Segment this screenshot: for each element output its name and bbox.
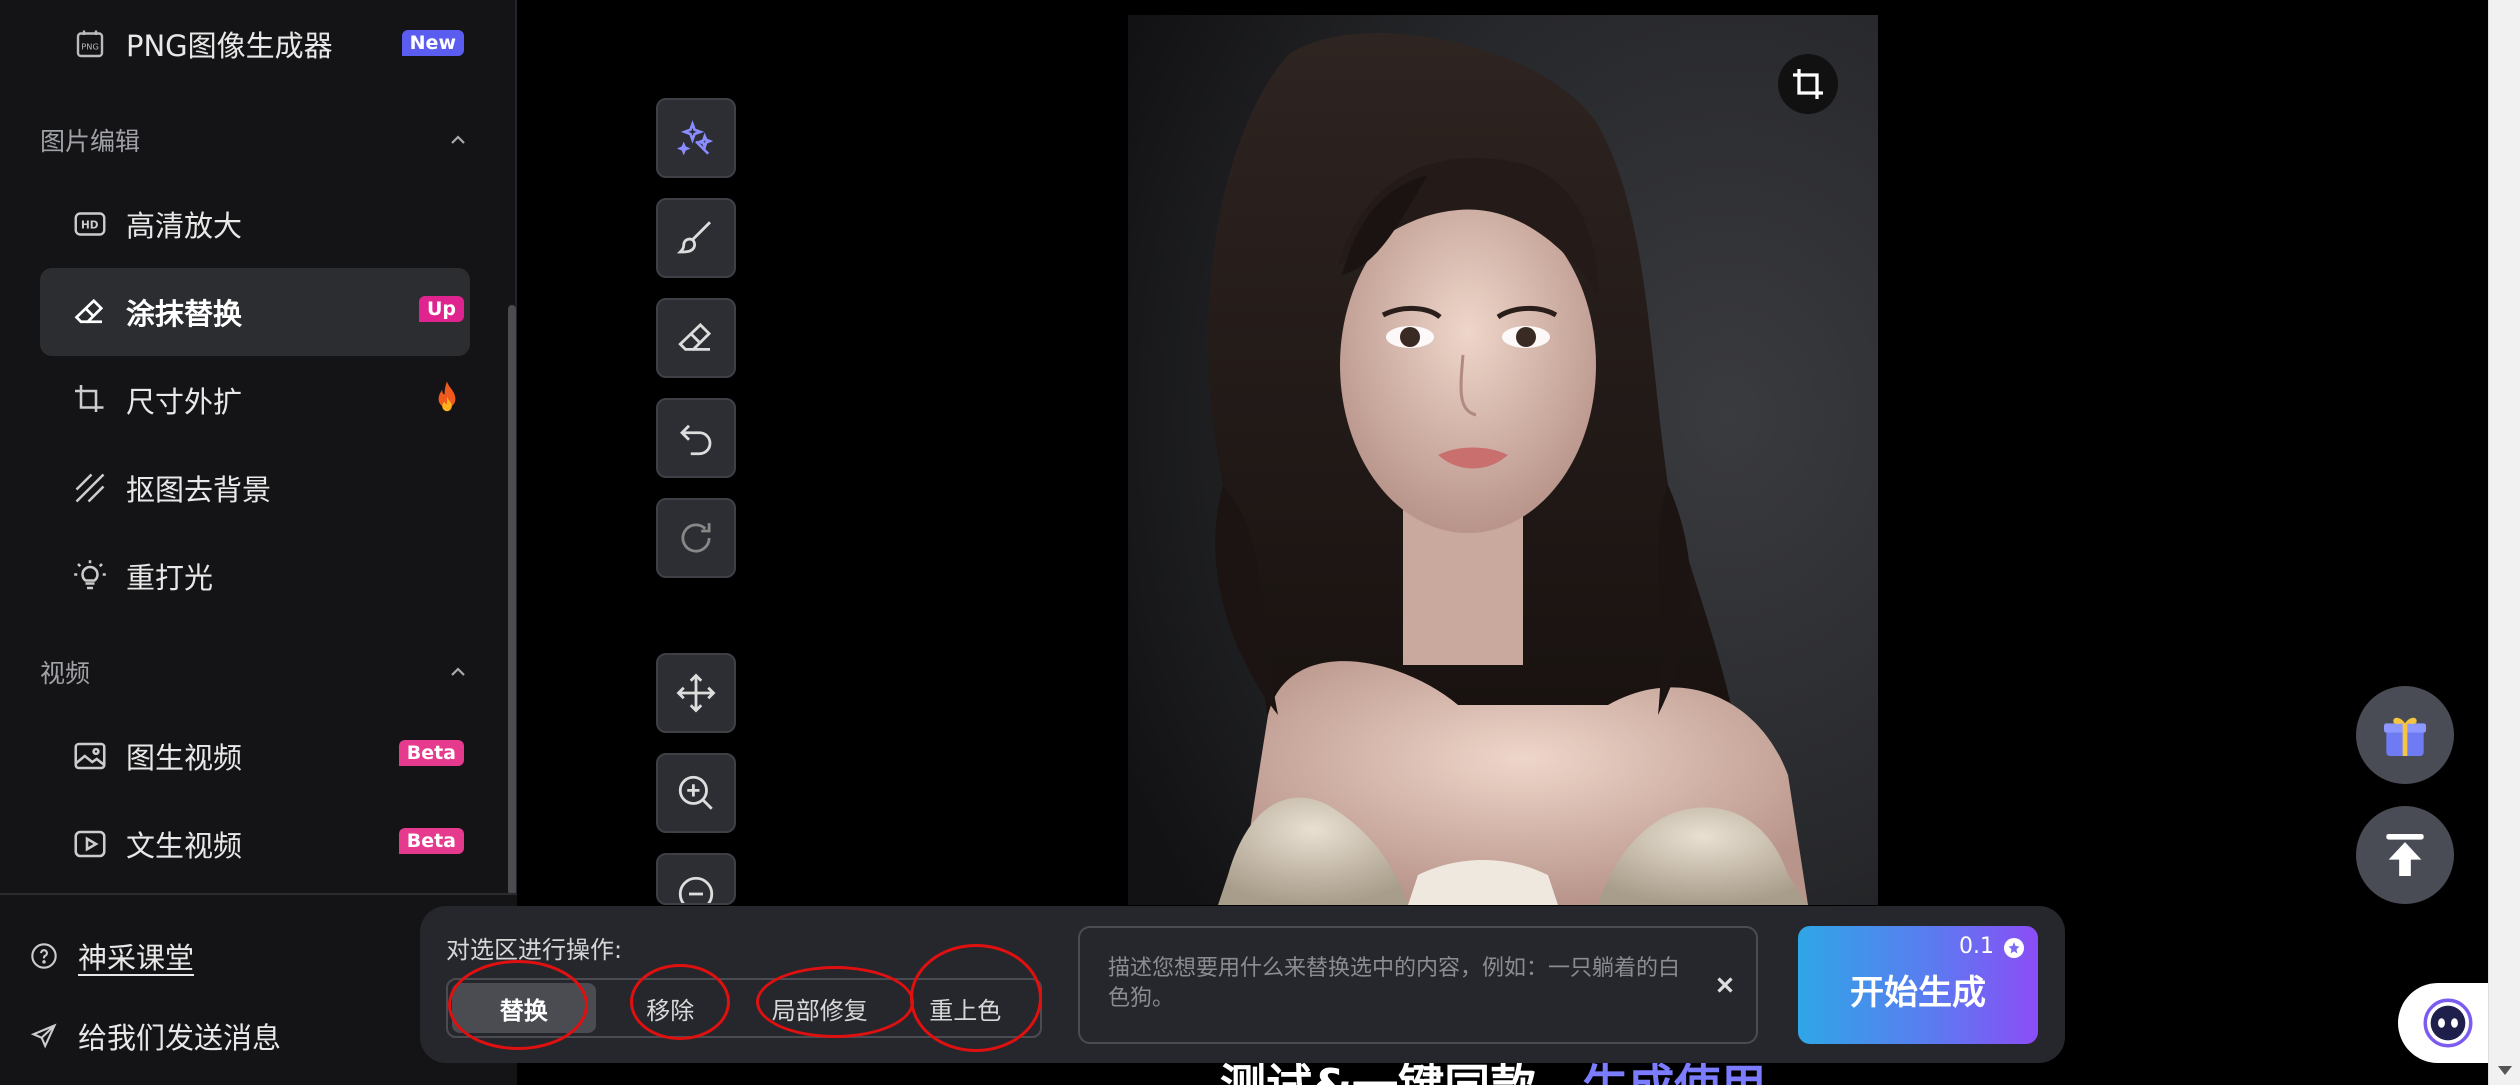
portrait-photo — [1128, 15, 1878, 905]
sidebar-item-inpaint[interactable]: 涂抹替换 Up — [40, 268, 470, 356]
sidebar-item-outpaint[interactable]: 尺寸外扩 — [40, 356, 470, 444]
magic-select-tool[interactable] — [656, 98, 736, 178]
sidebar-item-image-to-video[interactable]: 图生视频 Beta — [40, 712, 470, 800]
zoom-in-tool[interactable] — [656, 753, 736, 833]
sidebar-item-png-generator[interactable]: PNG PNG图像生成器 New — [40, 0, 470, 88]
section-title: 视频 — [40, 659, 91, 688]
help-circle-icon — [31, 943, 57, 969]
move-icon — [676, 673, 716, 713]
brush-tool[interactable] — [656, 198, 736, 278]
canvas-image[interactable] — [1128, 15, 1878, 905]
play-box-icon — [72, 826, 108, 862]
brush-icon — [676, 221, 711, 254]
lightbulb-icon — [72, 558, 108, 594]
eraser-icon — [678, 322, 712, 351]
close-icon[interactable] — [1712, 972, 1738, 998]
undo-tool[interactable] — [656, 398, 736, 478]
fire-icon — [438, 381, 456, 412]
sidebar-item-label: 图生视频 — [126, 741, 243, 775]
magic-wand-icon — [676, 120, 714, 156]
scroll-down-arrow-icon[interactable] — [2498, 1066, 2512, 1075]
beta-badge: Beta — [398, 828, 464, 854]
sidebar-item-label: 文生视频 — [126, 829, 243, 863]
arrow-up-to-top-icon — [2386, 834, 2424, 876]
undo-icon — [680, 424, 712, 456]
operation-label: 对选区进行操作: — [446, 936, 623, 964]
eraser-tool[interactable] — [656, 298, 736, 378]
crop-icon — [1793, 69, 1823, 99]
hd-icon: HD — [72, 206, 108, 242]
image-video-icon — [72, 738, 108, 774]
beta-badge: Beta — [398, 740, 464, 766]
gift-icon — [2384, 717, 2426, 756]
chevron-up-icon — [451, 135, 465, 144]
feedback-link[interactable]: 给我们发送消息 — [30, 1015, 281, 1057]
crop-button[interactable] — [1778, 54, 1838, 114]
sidebar-item-upscale[interactable]: HD 高清放大 — [40, 180, 470, 268]
coin-icon — [2004, 938, 2024, 958]
classroom-label: 神采课堂 — [78, 941, 195, 975]
sidebar-item-label: 抠图去背景 — [126, 473, 272, 507]
feedback-label: 给我们发送消息 — [78, 1021, 282, 1055]
sidebar-item-remove-bg[interactable]: 抠图去背景 — [40, 444, 470, 532]
section-image-edit[interactable]: 图片编辑 — [40, 120, 470, 160]
sidebar-item-relight[interactable]: 重打光 — [40, 532, 470, 620]
chevron-up-icon — [451, 667, 465, 676]
redo-tool[interactable] — [656, 498, 736, 578]
prompt-box — [1078, 926, 1758, 1044]
zoom-in-icon — [678, 775, 713, 810]
generate-button[interactable]: 0.1 开始生成 — [1798, 926, 2038, 1044]
section-video[interactable]: 视频 — [40, 652, 470, 692]
move-tool[interactable] — [656, 653, 736, 733]
sidebar-item-label: 尺寸外扩 — [126, 385, 243, 419]
send-icon — [30, 1023, 57, 1049]
svg-text:PNG: PNG — [81, 41, 99, 51]
op-recolor-button[interactable]: 重上色 — [894, 983, 1036, 1033]
zoom-out-tool[interactable] — [656, 853, 736, 905]
zoom-out-icon — [678, 876, 714, 903]
new-badge: New — [401, 30, 464, 56]
gift-button[interactable] — [2356, 686, 2454, 784]
sidebar-item-label: 涂抹替换 — [126, 297, 243, 331]
crop-expand-icon — [72, 382, 108, 418]
operation-segmented-control: 替换 移除 局部修复 重上色 — [446, 978, 1042, 1038]
up-badge: Up — [418, 296, 464, 322]
eraser-icon — [72, 294, 108, 330]
stripes-icon — [72, 470, 108, 506]
selection-action-bar: 对选区进行操作: 替换 移除 局部修复 重上色 0.1 开始生成 — [420, 906, 2065, 1063]
redo-icon — [681, 523, 711, 553]
sidebar-item-label: 重打光 — [126, 561, 214, 595]
sidebar-item-label: PNG图像生成器 — [126, 29, 333, 63]
back-to-top-button[interactable] — [2356, 806, 2454, 904]
robot-face-icon — [2423, 998, 2473, 1048]
generate-label: 开始生成 — [1850, 972, 1986, 1013]
svg-text:HD: HD — [81, 220, 99, 232]
sidebar-scrollbar[interactable] — [508, 305, 516, 895]
classroom-link[interactable]: 神采课堂 — [30, 935, 194, 977]
prompt-input[interactable] — [1108, 954, 1698, 1024]
sidebar-item-label: 高清放大 — [126, 209, 243, 243]
op-replace-button[interactable]: 替换 — [452, 983, 596, 1033]
section-title: 图片编辑 — [40, 127, 141, 156]
generate-cost: 0.1 — [1959, 934, 1994, 959]
op-local-repair-button[interactable]: 局部修复 — [745, 983, 894, 1033]
op-remove-button[interactable]: 移除 — [596, 983, 745, 1033]
sidebar-item-text-to-video[interactable]: 文生视频 Beta — [40, 800, 470, 888]
png-icon: PNG — [72, 26, 108, 62]
page-scrollbar[interactable] — [2488, 0, 2520, 1085]
